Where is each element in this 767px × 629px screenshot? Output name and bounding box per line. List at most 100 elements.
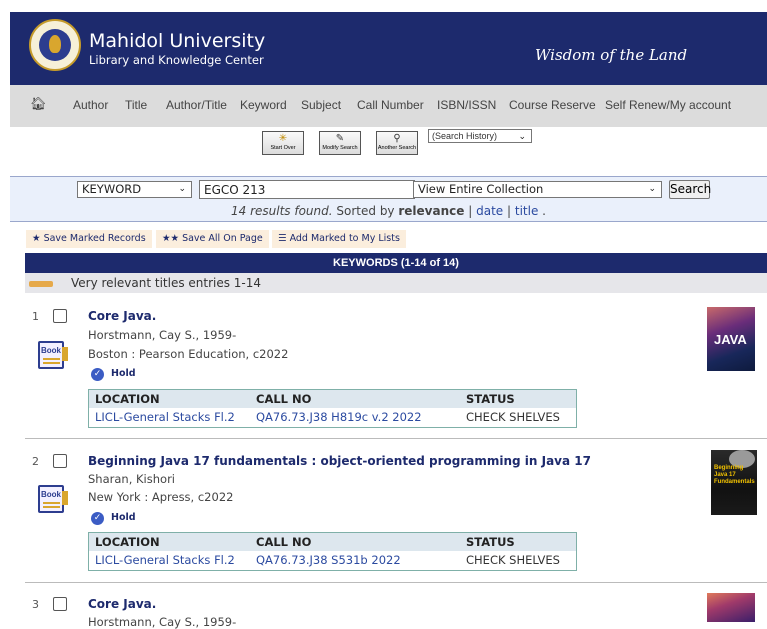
search-type-select[interactable]: KEYWORD ⌄ [77,181,192,198]
nav-title[interactable]: Title [125,98,147,112]
call-no-header: CALL NO [256,535,312,549]
save-marked-label: Save Marked Records [43,233,146,244]
holdings-row: LICL-General Stacks Fl.2 QA76.73.J38 S53… [89,551,576,570]
book-label: Book [41,346,61,355]
record-separator [25,438,767,439]
start-over-icon: ✳ [278,133,288,144]
search-history-label: (Search History) [432,131,498,141]
chevron-down-icon: ⌄ [648,184,656,194]
record-checkbox[interactable] [53,454,67,468]
call-no-link[interactable]: QA76.73.J38 S531b 2022 [256,553,401,567]
record-checkbox[interactable] [53,309,67,323]
status-header: STATUS [466,392,515,406]
search-form: KEYWORD ⌄ View Entire Collection ⌄ Searc… [10,176,767,222]
library-name: Library and Knowledge Center [89,53,264,67]
record-author: Horstmann, Cay S., 1959- [88,615,237,629]
scope-value: View Entire Collection [418,182,544,196]
add-to-list-button[interactable]: ☰ Add Marked to My Lists [272,230,406,248]
results-header: KEYWORDS (1-14 of 14) [25,253,767,273]
call-no-link[interactable]: QA76.73.J38 H819c v.2 2022 [256,410,422,424]
search-type-value: KEYWORD [82,182,142,196]
record-number: 2 [32,455,39,468]
record-checkbox[interactable] [53,597,67,611]
sort-separator: | [507,204,512,218]
search-button[interactable]: Search [669,180,711,199]
book-format-icon: Book [38,485,70,515]
nav-self-renew[interactable]: Self Renew/My account [605,98,731,112]
holdings-row: LICL-General Stacks Fl.2 QA76.73.J38 H81… [89,408,576,427]
sort-separator: | [468,204,473,218]
location-link[interactable]: LICL-General Stacks Fl.2 [95,553,235,567]
nav-author-title[interactable]: Author/Title [166,98,227,112]
modify-search-icon: ✎ [335,133,345,144]
motto-text: Wisdom of the Land [535,46,688,64]
holdings-header: LOCATION CALL NO STATUS [89,533,576,551]
search-input[interactable] [199,180,415,199]
status-value: CHECK SHELVES [466,553,560,567]
book-cover-image[interactable]: Beginning Java 17 Fundamentals [711,450,757,515]
holdings-table: LOCATION CALL NO STATUS LICL-General Sta… [88,389,577,428]
star-icon: ★ [32,233,41,244]
home-icon[interactable]: 🏠︎ [30,96,47,112]
record-title[interactable]: Beginning Java 17 fundamentals : object-… [88,454,591,468]
modify-search-label: Modify Search [322,145,358,151]
double-star-icon: ★★ [162,233,180,244]
location-header: LOCATION [95,392,160,406]
record-number: 3 [32,598,39,611]
cover-title: Beginning Java 17 Fundamentals [714,465,755,485]
record-publisher: New York : Apress, c2022 [88,490,234,504]
logo-flame-icon [49,35,61,53]
start-over-button[interactable]: ✳ Start Over [262,131,304,155]
scope-select[interactable]: View Entire Collection ⌄ [413,181,662,198]
modify-search-button[interactable]: ✎ Modify Search [319,131,361,155]
chevron-down-icon: ⌄ [518,131,526,141]
relevance-bar: Very relevant titles entries 1-14 [25,273,767,293]
record-separator [25,582,767,583]
status-header: STATUS [466,535,515,549]
nav-author[interactable]: Author [73,98,108,112]
book-format-icon: Book [38,341,70,371]
nav-subject[interactable]: Subject [301,98,341,112]
book-label: Book [41,490,61,499]
nav-keyword[interactable]: Keyword [240,98,287,112]
university-logo[interactable] [29,19,81,71]
save-marked-button[interactable]: ★ Save Marked Records [26,230,152,248]
logo-emblem-icon [39,29,71,61]
relevance-meter-icon [29,281,53,287]
start-over-label: Start Over [270,145,296,151]
sort-by-date-link[interactable]: date [476,204,503,218]
sorted-by-label: Sorted by [336,204,395,218]
record-title[interactable]: Core Java. [88,309,156,323]
location-header: LOCATION [95,535,160,549]
list-icon: ☰ [278,233,287,244]
record-publisher: Boston : Pearson Education, c2022 [88,347,289,361]
hold-label: Hold [111,368,136,379]
search-history-select[interactable]: (Search History) ⌄ [428,129,532,143]
book-cover-image[interactable]: JAVA [707,307,755,371]
sort-by-title-link[interactable]: title [515,204,538,218]
sort-current: relevance [398,204,465,218]
checkmark-icon: ✓ [91,512,104,525]
another-search-button[interactable]: ⚲ Another Search [376,131,418,155]
results-count: 14 results found. [231,204,333,218]
nav-isbn-issn[interactable]: ISBN/ISSN [437,98,496,112]
relevance-text: Very relevant titles entries 1-14 [71,276,262,290]
location-link[interactable]: LICL-General Stacks Fl.2 [95,410,235,424]
chevron-down-icon: ⌄ [178,184,186,194]
another-search-label: Another Search [377,145,417,151]
record-author: Horstmann, Cay S., 1959- [88,328,237,342]
call-no-header: CALL NO [256,392,312,406]
magnifier-icon: ⚲ [393,133,401,144]
university-name: Mahidol University [89,30,266,52]
nav-course-reserve[interactable]: Course Reserve [509,98,596,112]
nav-call-number[interactable]: Call Number [357,98,424,112]
record-title[interactable]: Core Java. [88,597,156,611]
cover-title: JAVA [714,332,747,347]
results-summary: 14 results found. Sorted by relevance | … [231,204,546,218]
hold-label: Hold [111,512,136,523]
record-number: 1 [32,310,39,323]
save-all-button[interactable]: ★★ Save All On Page [156,230,269,248]
book-cover-image[interactable] [707,593,755,622]
checkmark-icon: ✓ [91,368,104,381]
search-nav-bar: 🏠︎ Author Title Author/Title Keyword Sub… [10,85,767,127]
